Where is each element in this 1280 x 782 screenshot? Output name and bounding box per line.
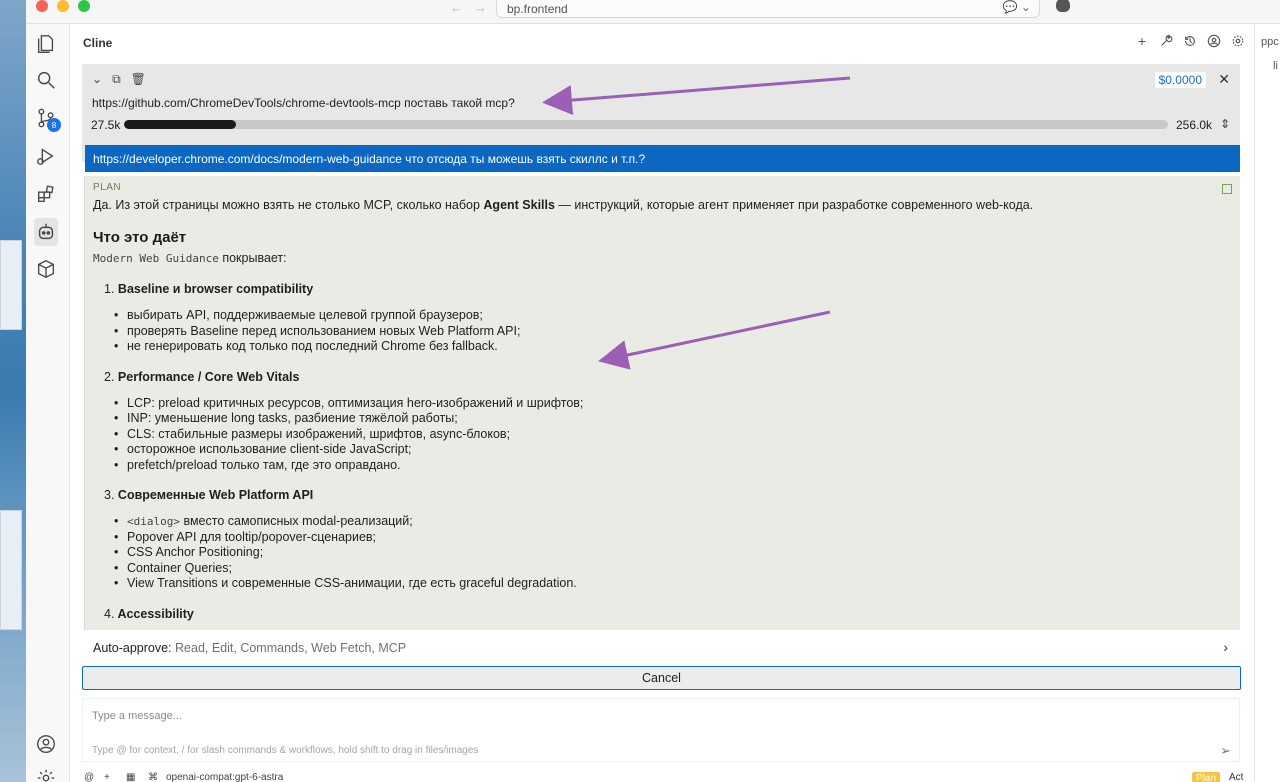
source-control-badge: 8: [47, 118, 61, 132]
panel-actions: +: [1134, 33, 1246, 49]
message-input[interactable]: Type a message... Type @ for context, / …: [82, 698, 1240, 762]
close-window-button[interactable]: [36, 0, 48, 12]
desktop-background: [0, 0, 26, 782]
right-panel-text: li: [1273, 60, 1278, 72]
auto-approve-label: Auto-approve:: [93, 641, 172, 655]
server-icon[interactable]: ⌘: [148, 772, 158, 782]
cline-robot-icon[interactable]: [34, 218, 58, 246]
list-item: <dialog> вместо самописных modal-реализа…: [114, 514, 1232, 530]
task-text: https://github.com/ChromeDevTools/chrome…: [92, 96, 515, 110]
workspace-name: bp.frontend: [507, 2, 568, 16]
activity-bar: [26, 24, 70, 782]
delete-icon[interactable]: 🗑: [131, 72, 146, 87]
extensions-icon[interactable]: [34, 182, 58, 206]
auto-approve-bar[interactable]: Auto-approve: Read, Edit, Commands, Web …: [82, 636, 1240, 660]
back-arrow-icon[interactable]: ←: [450, 0, 463, 15]
auto-approve-items: Read, Edit, Commands, Web Fetch, MCP: [175, 641, 407, 655]
list-item: View Transitions и современные CSS-анима…: [114, 576, 1232, 592]
plan-section: 2. Performance / Core Web Vitals LCP: pr…: [104, 370, 1232, 474]
explorer-icon[interactable]: [34, 32, 58, 56]
list-item: prefetch/preload только там, где это опр…: [114, 458, 1232, 474]
account-circle-icon[interactable]: [1206, 33, 1222, 49]
copy-icon[interactable]: ⧉: [112, 72, 121, 87]
history-icon[interactable]: [1182, 33, 1198, 49]
collapse-chevron-icon[interactable]: ⌄: [92, 72, 102, 87]
plan-section: 4. Accessibility: [104, 606, 194, 621]
background-window: [0, 510, 22, 630]
mcp-servers-icon[interactable]: [1158, 33, 1174, 49]
list-item: INP: уменьшение long tasks, разбиение тя…: [114, 411, 1232, 427]
cancel-button[interactable]: Cancel: [82, 666, 1241, 690]
extension-icon[interactable]: [1056, 0, 1070, 12]
add-icon[interactable]: +: [104, 772, 110, 782]
cline-panel: Cline + ⌄ ⧉ 🗑 $0.0000 ✕ https://github.c…: [70, 24, 1254, 782]
minimize-window-button[interactable]: [57, 0, 69, 12]
cost-badge: $0.0000: [1154, 72, 1206, 88]
act-mode-toggle[interactable]: Act: [1229, 772, 1243, 782]
right-side-panel: ppc li: [1254, 24, 1280, 782]
plan-sections: 1. Baseline и browser compatibility выби…: [104, 282, 1232, 621]
input-hint: Type @ for context, / for slash commands…: [92, 745, 479, 756]
plan-mode-toggle[interactable]: Plan: [1192, 772, 1221, 782]
chevron-right-icon[interactable]: ›: [1223, 639, 1228, 655]
list-item: CSS Anchor Positioning;: [114, 545, 1232, 561]
forward-arrow-icon[interactable]: →: [474, 0, 487, 15]
task-header-icons: ⌄ ⧉ 🗑: [92, 72, 146, 87]
right-panel-text: ppc: [1261, 36, 1279, 48]
command-center[interactable]: bp.frontend 💬 ⌄: [496, 0, 1040, 18]
plan-intro: Да. Из этой страницы можно взять не стол…: [93, 198, 1034, 212]
context-window-bar: [124, 120, 1168, 129]
list-item: осторожное использование client-side Jav…: [114, 442, 1232, 458]
plan-tag: PLAN: [93, 182, 122, 193]
input-placeholder: Type a message...: [92, 710, 182, 722]
input-toolbar: @ + ▦ ⌘ openai-compat:gpt-6-astra Plan A…: [82, 770, 1243, 782]
compress-context-icon[interactable]: ⇕: [1220, 117, 1230, 131]
account-icon[interactable]: [34, 732, 58, 756]
plan-response: PLAN Да. Из этой страницы можно взять не…: [84, 176, 1240, 630]
user-message[interactable]: https://developer.chrome.com/docs/modern…: [85, 145, 1240, 172]
image-icon[interactable]: ▦: [126, 772, 135, 782]
list-item: LCP: preload критичных ресурсов, оптимиз…: [114, 396, 1232, 412]
plan-section: 1. Baseline и browser compatibility выби…: [104, 282, 1232, 355]
list-item: проверять Baseline перед использованием …: [114, 324, 1232, 340]
search-icon[interactable]: [34, 68, 58, 92]
chat-icon[interactable]: 💬 ⌄: [1003, 0, 1031, 14]
context-window-fill: [124, 120, 236, 129]
new-task-icon[interactable]: +: [1134, 33, 1150, 49]
list-item: выбирать API, поддерживаемые целевой гру…: [114, 308, 1232, 324]
list-item: Popover API для tooltip/popover-сценарие…: [114, 530, 1232, 546]
list-item: не генерировать код только под последний…: [114, 339, 1232, 355]
list-item: Container Queries;: [114, 561, 1232, 577]
model-selector[interactable]: openai-compat:gpt-6-astra: [166, 772, 283, 782]
plan-covers-line: Modern Web Guidance покрывает:: [93, 251, 287, 265]
list-item: CLS: стабильные размеры изображений, шри…: [114, 427, 1232, 443]
copy-plan-icon[interactable]: [1222, 184, 1232, 194]
close-task-icon[interactable]: ✕: [1218, 71, 1230, 88]
plan-heading: Что это даёт: [93, 229, 187, 246]
package-icon[interactable]: [34, 257, 58, 281]
panel-title: Cline: [83, 36, 113, 50]
window-titlebar: ← → bp.frontend 💬 ⌄: [26, 0, 1280, 24]
maximize-window-button[interactable]: [78, 0, 90, 12]
settings-gear-icon[interactable]: [34, 766, 58, 782]
at-mention-icon[interactable]: @: [84, 772, 94, 782]
plan-section: 3. Современные Web Platform API <dialog>…: [104, 488, 1232, 592]
settings-icon[interactable]: [1230, 33, 1246, 49]
run-debug-icon[interactable]: [34, 144, 58, 168]
background-window: [0, 240, 22, 330]
context-used: 27.5k: [91, 118, 121, 132]
context-max: 256.0k: [1175, 118, 1212, 132]
send-icon[interactable]: ➢: [1220, 743, 1231, 759]
